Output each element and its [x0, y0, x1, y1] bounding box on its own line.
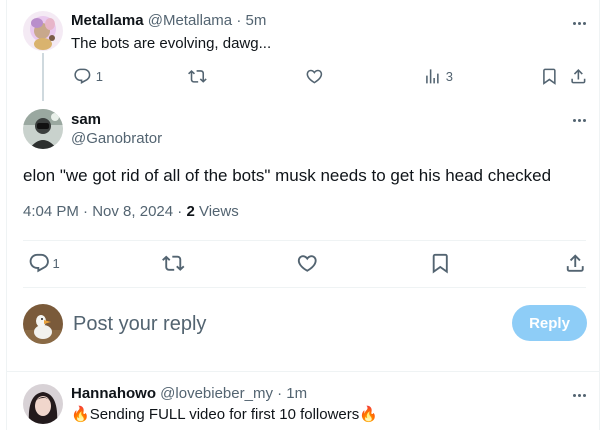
share-icon [571, 68, 586, 84]
avatar[interactable] [23, 11, 63, 51]
views-icon [426, 68, 439, 84]
tweet-header: Metallama @Metallama · 5m [71, 11, 266, 31]
avatar[interactable] [23, 384, 63, 424]
retweet-button[interactable] [162, 253, 185, 273]
more-icon[interactable] [569, 112, 589, 128]
user-handle[interactable]: @lovebieber_my [160, 385, 273, 402]
retweet-button[interactable] [188, 66, 207, 86]
reply-icon [74, 68, 91, 84]
fire-icon: 🔥 [71, 406, 90, 423]
timeline-left-border [6, 0, 7, 430]
views-count: 2 [186, 203, 195, 220]
separator: · [277, 385, 283, 402]
bookmark-button[interactable] [429, 253, 452, 274]
retweet-icon [162, 255, 185, 271]
display-name[interactable]: sam [71, 110, 101, 130]
share-button[interactable] [569, 66, 588, 86]
bookmark-icon [432, 253, 448, 274]
tweet-text: 🔥Sending FULL video for first 10 followe… [71, 405, 378, 425]
reply-count: 1 [52, 255, 60, 271]
bookmark-icon [543, 68, 556, 85]
more-icon[interactable] [569, 15, 589, 31]
tweet-text: elon "we got rid of all of the bots" mus… [23, 166, 552, 185]
like-button[interactable] [296, 253, 319, 273]
more-icon[interactable] [569, 387, 589, 403]
divider [23, 287, 586, 288]
display-name[interactable]: Metallama [71, 12, 144, 29]
fire-icon: 🔥 [359, 406, 378, 423]
tweet-text: The bots are evolving, dawg... [71, 35, 272, 52]
user-handle[interactable]: @Metallama [148, 12, 232, 29]
reply-button[interactable]: 1 [73, 66, 103, 86]
views-label: Views [198, 203, 239, 220]
tweet-text-body: Sending FULL video for first 10 follower… [89, 406, 360, 423]
divider [6, 371, 600, 372]
user-handle[interactable]: @Ganobrator [71, 129, 162, 149]
divider [23, 240, 586, 241]
reply-button[interactable]: 1 [28, 253, 60, 273]
share-icon [566, 254, 584, 272]
thread-line [42, 53, 44, 101]
tweet-header: Hannahowo @lovebieber_my · 1m [71, 384, 307, 404]
views-button[interactable]: 3 [423, 66, 453, 86]
like-icon [297, 255, 317, 272]
separator: · [177, 203, 183, 220]
timeline-right-border [599, 0, 600, 430]
like-button[interactable] [305, 66, 324, 86]
bookmark-button[interactable] [540, 66, 559, 86]
share-button[interactable] [564, 253, 587, 273]
timestamp[interactable]: 1m [286, 385, 307, 402]
tweet-meta: 4:04 PM · Nov 8, 2024 · 2 Views [23, 202, 239, 222]
reply-icon [29, 253, 49, 273]
views-count: 3 [445, 68, 453, 84]
separator: · [236, 12, 242, 29]
like-icon [306, 69, 323, 84]
reply-input[interactable] [73, 310, 493, 338]
avatar[interactable] [23, 109, 63, 149]
avatar [23, 304, 63, 344]
tweet-time[interactable]: 4:04 PM [23, 203, 79, 220]
display-name[interactable]: Hannahowo [71, 385, 156, 402]
timestamp[interactable]: 5m [245, 12, 266, 29]
reply-count: 1 [95, 68, 103, 84]
tweet-date[interactable]: Nov 8, 2024 [92, 203, 173, 220]
reply-submit-button[interactable]: Reply [512, 305, 587, 341]
retweet-icon [188, 69, 207, 83]
separator: · [83, 203, 89, 220]
